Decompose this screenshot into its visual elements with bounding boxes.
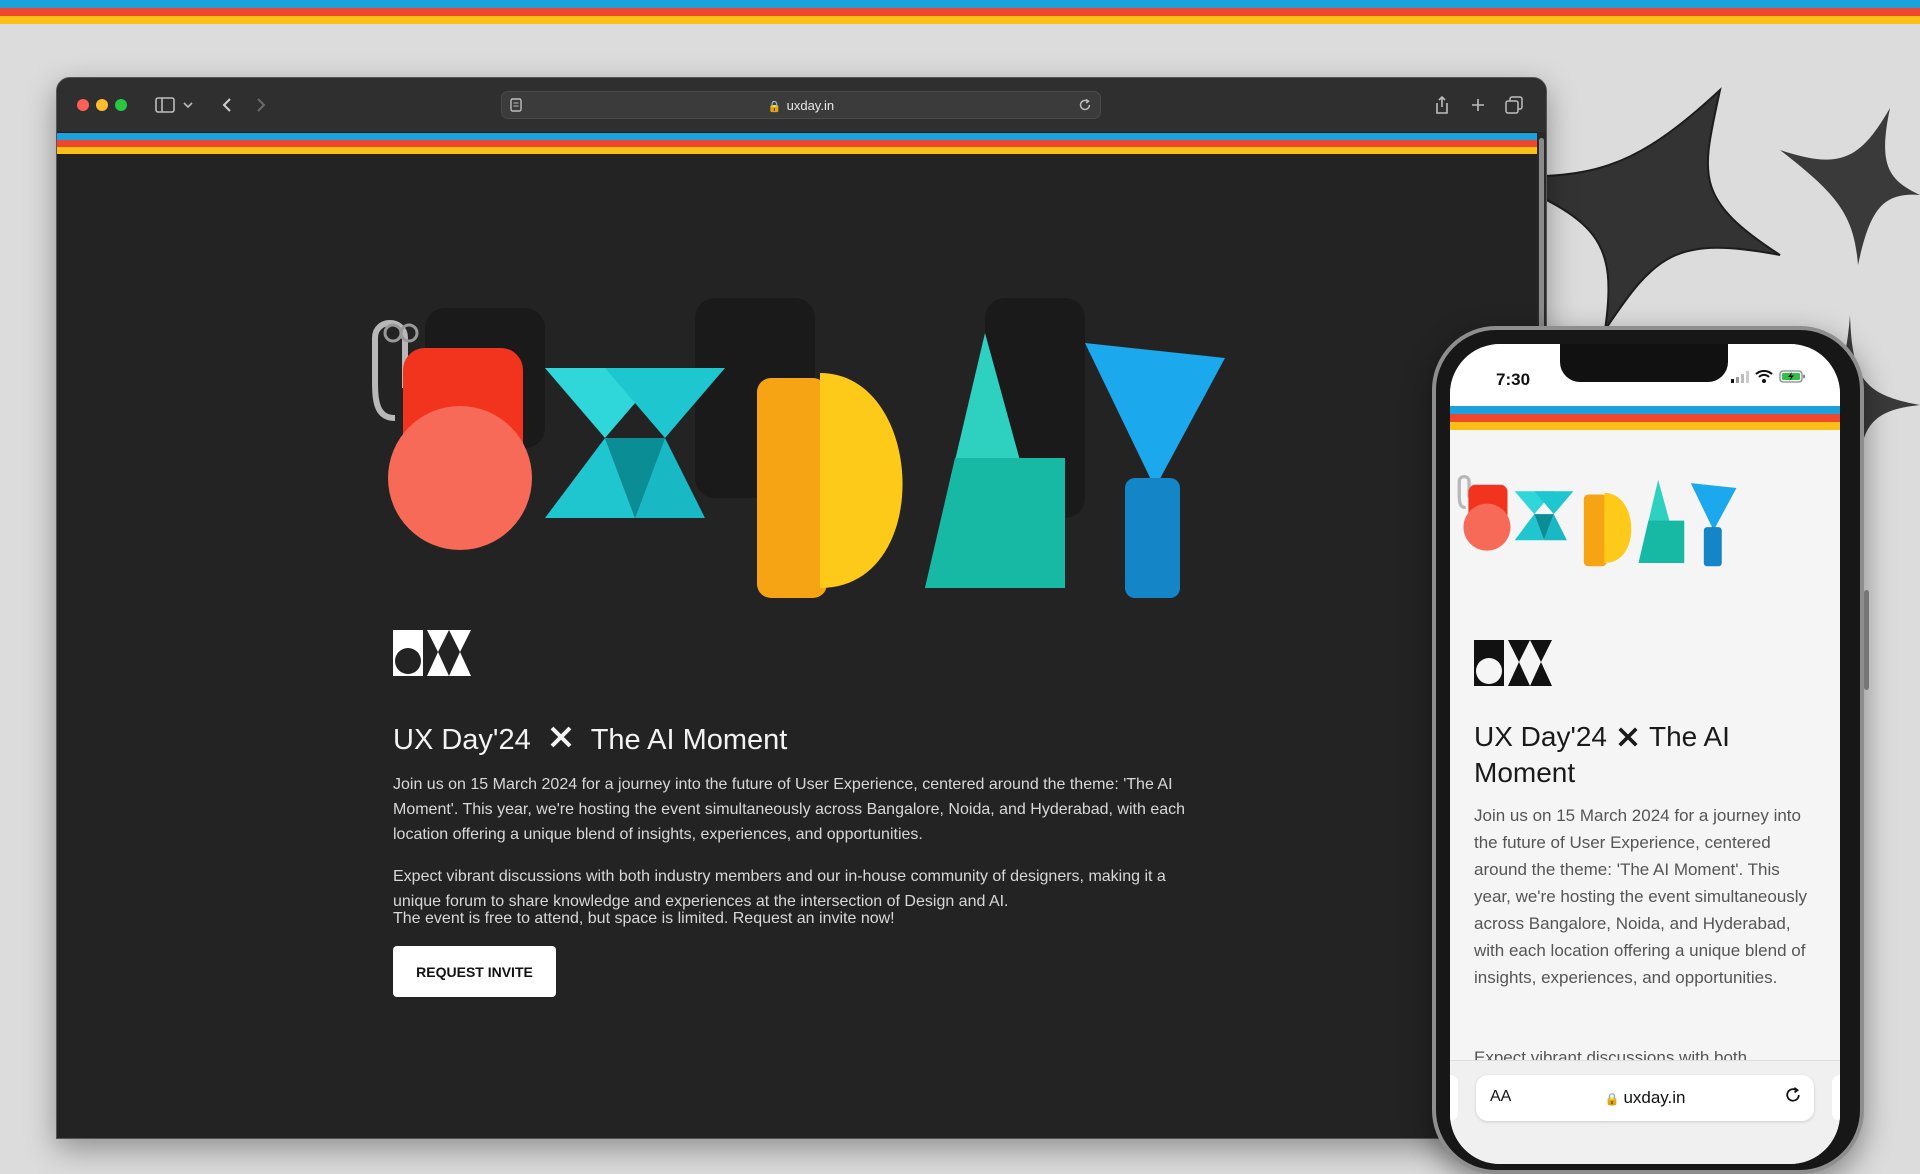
status-bar: 7:30 [1450,344,1840,406]
title-theme: The AI Moment [590,724,788,756]
share-icon[interactable] [1431,92,1453,118]
intro-paragraph: Join us on 15 March 2024 for a journey i… [393,776,1186,843]
phone-address-bar[interactable]: AA 🔒 uxday.in [1476,1075,1814,1121]
phone-reload-icon[interactable] [1784,1086,1802,1109]
dynamic-island [1560,344,1728,382]
phone-page-title: UX Day'24 The AI Moment [1474,720,1824,790]
close-window-button[interactable] [77,99,89,111]
lock-icon: 🔒 [767,101,782,113]
title-event-name: UX Day'24 [393,724,531,756]
next-tab-peek[interactable] [1832,1075,1840,1121]
star-small-decoration [1780,108,1920,265]
request-invite-button[interactable]: REQUEST INVITE [393,946,556,997]
invite-paragraph: The event is free to attend, but space i… [393,910,895,927]
browser-window: 🔒 uxday.in UX Day'24 The AI Moment Join … [56,77,1547,1139]
phone-uxday-hero-logo [1457,475,1737,567]
phone-safari-bottom-bar: AA 🔒 uxday.in [1450,1060,1840,1164]
address-bar[interactable]: 🔒 uxday.in [501,91,1101,119]
chevron-down-icon[interactable] [181,92,195,118]
page-top-stripes [0,0,1920,24]
previous-tab-peek[interactable] [1450,1075,1458,1121]
phone-title-event-name: UX Day'24 [1474,721,1607,752]
scrollbar-thumb[interactable] [1539,138,1544,338]
phone-lock-icon: 🔒 [1604,1092,1620,1106]
forward-icon[interactable] [251,92,271,118]
minimize-window-button[interactable] [96,99,108,111]
new-tab-icon[interactable] [1467,92,1489,118]
phone-intro-paragraph: Join us on 15 March 2024 for a journey i… [1474,806,1808,987]
ux-logo-mark [393,630,471,676]
phone-site-stripes [1450,406,1840,430]
phone-url-display[interactable]: 🔒 uxday.in [1476,1088,1814,1108]
phone-x-mark-icon [1617,722,1639,756]
url-display[interactable]: 🔒 uxday.in [502,98,1100,113]
phone-side-button [1864,590,1869,690]
sidebar-icon[interactable] [153,92,177,118]
cellular-signal-icon [1731,370,1749,383]
phone-mockup: 7:30 UX Day'24 The AI Moment Join us on … [1432,326,1869,1174]
page-title: UX Day'24 The AI Moment [393,724,787,757]
site-header-stripes [57,133,1546,154]
x-mark-icon [549,724,573,757]
status-time: 7:30 [1496,370,1531,389]
back-icon[interactable] [217,92,237,118]
phone-screen: 7:30 UX Day'24 The AI Moment Join us on … [1450,344,1840,1164]
zoom-window-button[interactable] [115,99,127,111]
uxday-hero-logo [372,298,1225,598]
phone-ux-logo-mark [1474,640,1552,686]
battery-charging-icon [1779,370,1805,383]
reload-icon[interactable] [1078,98,1092,117]
wifi-icon [1755,370,1773,383]
tabs-overview-icon[interactable] [1503,92,1525,118]
browser-toolbar: 🔒 uxday.in [57,78,1546,133]
